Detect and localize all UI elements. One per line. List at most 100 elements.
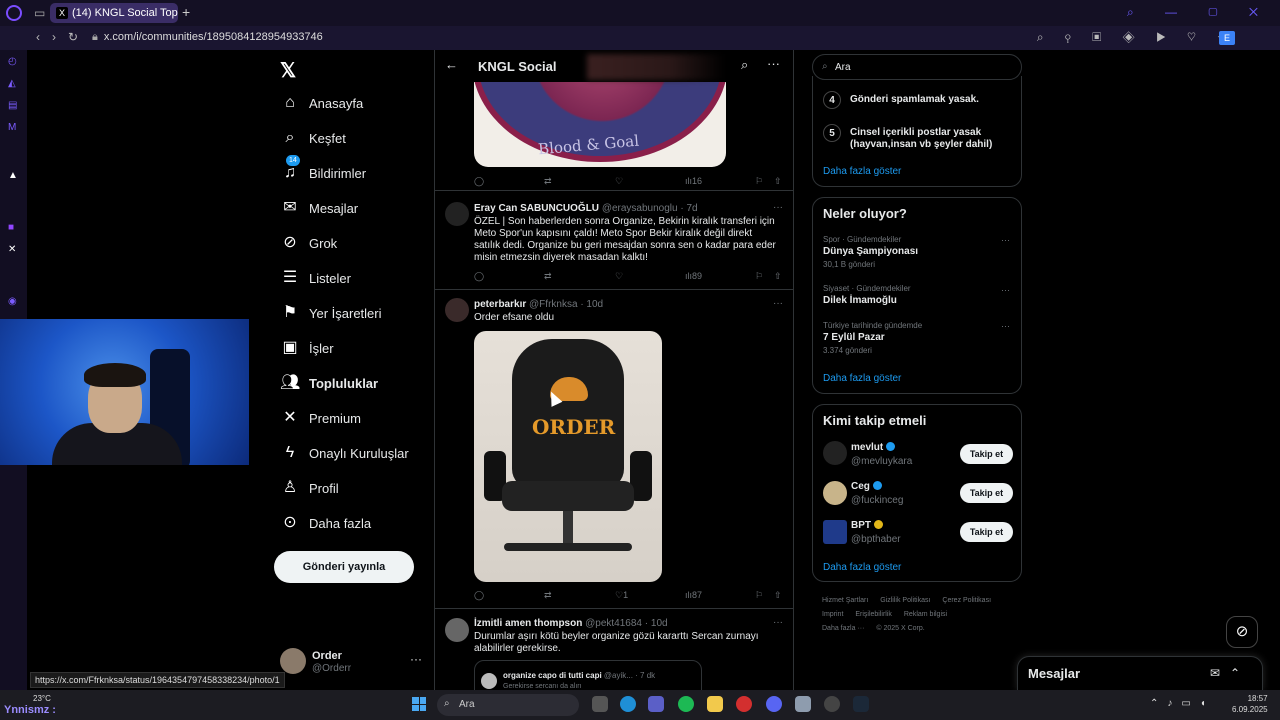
twitch-icon[interactable]: ■ bbox=[8, 222, 19, 233]
more-icon[interactable]: ··· bbox=[773, 202, 783, 213]
opera-logo-icon[interactable] bbox=[6, 5, 22, 21]
task-view-icon[interactable] bbox=[592, 696, 608, 712]
footer-link[interactable]: Reklam bilgisi bbox=[904, 611, 947, 618]
lock-icon: 🔒︎ bbox=[92, 31, 98, 43]
back-arrow-icon[interactable]: ← bbox=[445, 57, 458, 72]
tweet-time[interactable]: · 10d bbox=[645, 618, 668, 629]
share-icon[interactable]: ⇧ bbox=[774, 271, 782, 282]
repost-icon[interactable]: ⇄ bbox=[544, 271, 552, 282]
window-controls[interactable]: ⌕ — ▢ ✕ bbox=[1127, 5, 1272, 20]
quoted-tweet[interactable]: organize capo di tutti capi @ayik... · 7… bbox=[474, 660, 702, 690]
like-icon[interactable]: ♡ bbox=[615, 271, 623, 282]
views-count[interactable]: ılı 87 bbox=[685, 590, 702, 600]
footer-link[interactable]: Gizlilik Politikası bbox=[880, 597, 930, 604]
status-bar-url: https://x.com/Ffrknksa/status/1964354797… bbox=[30, 672, 285, 688]
nav-messages[interactable]: ✉ Mesajlar bbox=[280, 193, 358, 223]
nav-more[interactable]: ⊙ Daha fazla bbox=[280, 508, 371, 538]
teams-icon[interactable] bbox=[648, 696, 664, 712]
nav-profile[interactable]: ♙ Profil bbox=[280, 473, 339, 503]
nav-jobs[interactable]: ▣ İşler bbox=[280, 333, 333, 363]
taskbar-search[interactable]: ⌕ Ara bbox=[437, 694, 579, 716]
new-tab-button[interactable]: + bbox=[182, 4, 190, 20]
show-more-link[interactable]: Daha fazla göster bbox=[823, 166, 901, 177]
windows-start-icon[interactable] bbox=[412, 697, 426, 711]
account-switcher[interactable]: Order @Orderr ··· bbox=[280, 648, 430, 678]
more-icon[interactable]: ··· bbox=[773, 617, 783, 628]
post-image[interactable]: ORDER bbox=[474, 331, 662, 582]
browser-tab[interactable]: X (14) KNGL Social Topluluk bbox=[50, 3, 178, 23]
discord-icon[interactable] bbox=[766, 696, 782, 712]
more-icon[interactable]: ··· bbox=[773, 298, 783, 309]
follow-button[interactable]: Takip et bbox=[960, 483, 1013, 503]
bookmark-icon[interactable]: ⚐ bbox=[755, 271, 763, 282]
toolbar-icons[interactable]: ⌕ ⚲ ▣ ◈ ▶ ♡ ✦ bbox=[1037, 30, 1236, 45]
more-icon[interactable]: ··· bbox=[1001, 235, 1010, 245]
x-logo-icon[interactable]: 𝕏 bbox=[280, 58, 296, 83]
post-button[interactable]: Gönderi yayınla bbox=[274, 551, 414, 583]
file-explorer-icon[interactable] bbox=[707, 696, 723, 712]
author-name[interactable]: İzmitli amen thompson bbox=[474, 618, 582, 629]
spotify-icon[interactable] bbox=[678, 696, 694, 712]
grok-floating-button[interactable]: ⊘ bbox=[1226, 616, 1258, 648]
history-icon[interactable]: ◴ bbox=[8, 56, 19, 67]
footer-link[interactable]: Çerez Politikası bbox=[942, 597, 991, 604]
player-icon[interactable]: ◉ bbox=[8, 296, 19, 307]
opera-gx-icon[interactable] bbox=[824, 696, 840, 712]
app-icon[interactable] bbox=[795, 696, 811, 712]
footer-link[interactable]: Daha fazla ··· bbox=[822, 625, 864, 632]
nav-bookmarks[interactable]: ⚑ Yer İşaretleri bbox=[280, 298, 382, 328]
ai-icon[interactable]: ◭ bbox=[8, 78, 19, 89]
nav-premium[interactable]: ✕ Premium bbox=[280, 403, 361, 433]
nav-home[interactable]: ⌂ Anasayfa bbox=[280, 88, 363, 118]
like-count[interactable]: ♡ 1 bbox=[615, 590, 628, 601]
bookmark-icon[interactable]: ⚐ bbox=[755, 590, 763, 601]
edge-icon[interactable] bbox=[620, 696, 636, 712]
compose-message-icon[interactable]: ✉︎⌃ bbox=[1210, 666, 1250, 680]
tweet-time[interactable]: · 10d bbox=[580, 299, 603, 310]
footer-link[interactable]: Erişilebilirlik bbox=[855, 611, 892, 618]
extension-button[interactable]: E bbox=[1219, 31, 1235, 45]
x-sidebar-icon[interactable]: ✕ bbox=[8, 244, 19, 255]
weather-widget[interactable]: 23°C bbox=[33, 694, 51, 703]
author-handle[interactable]: @pekt41684 bbox=[585, 618, 642, 629]
messages-drawer[interactable]: Mesajlar ✉︎⌃ bbox=[1017, 656, 1263, 690]
nav-grok[interactable]: ⊘ Grok bbox=[280, 228, 337, 258]
search-icon[interactable]: ⌕ bbox=[741, 57, 748, 73]
follow-button[interactable]: Takip et bbox=[960, 522, 1013, 542]
reply-icon[interactable]: ◯ bbox=[474, 271, 484, 282]
steam-icon[interactable] bbox=[853, 696, 869, 712]
clock[interactable]: 18:57 6.09.2025 bbox=[1232, 693, 1268, 715]
messenger-icon[interactable]: ▤ bbox=[8, 100, 19, 111]
system-tray[interactable]: ⌃♪▭◖ bbox=[1150, 698, 1215, 709]
footer-link[interactable]: Imprint bbox=[822, 611, 843, 618]
share-icon[interactable]: ⇧ bbox=[774, 590, 782, 601]
more-icon[interactable]: ··· bbox=[1001, 285, 1010, 295]
reply-icon[interactable]: ◯ bbox=[474, 590, 484, 601]
follow-button[interactable]: Takip et bbox=[960, 444, 1013, 464]
nav-explore[interactable]: ⌕ Keşfet bbox=[280, 123, 346, 153]
author-handle[interactable]: @Ffrknksa bbox=[529, 299, 578, 310]
author-handle[interactable]: @eraysabunoglu bbox=[602, 203, 678, 214]
tweet[interactable]: Eray Can SABUNCUOĞLU @eraysabunoglu · 7d… bbox=[435, 191, 793, 290]
nav-communities[interactable]: 👥︎ Topluluklar bbox=[280, 368, 378, 398]
show-more-link[interactable]: Daha fazla göster bbox=[823, 373, 901, 384]
more-icon[interactable]: ··· bbox=[1001, 321, 1010, 331]
author-name[interactable]: Eray Can SABUNCUOĞLU bbox=[474, 203, 599, 214]
author-name[interactable]: peterbarkır bbox=[474, 299, 526, 310]
aria-icon[interactable]: ▲ bbox=[8, 170, 19, 181]
community-header: ← KNGL Social ⌕ ··· bbox=[435, 50, 793, 82]
nav-verified-orgs[interactable]: ϟ Onaylı Kuruluşlar bbox=[280, 438, 409, 468]
views-count[interactable]: ılı 89 bbox=[685, 271, 702, 281]
nav-lists[interactable]: ☰ Listeler bbox=[280, 263, 351, 293]
footer-link[interactable]: Hizmet Şartları bbox=[822, 597, 868, 604]
workspaces-icon[interactable]: ▭ bbox=[34, 6, 45, 20]
m-icon[interactable]: M bbox=[8, 122, 19, 133]
show-more-link[interactable]: Daha fazla göster bbox=[823, 562, 901, 573]
more-icon[interactable]: ··· bbox=[767, 56, 780, 71]
navigation-buttons[interactable]: ‹›↻ bbox=[36, 30, 90, 44]
url-field[interactable]: 🔒︎ x.com/i/communities/189508412895493374… bbox=[92, 31, 323, 44]
nav-notifications[interactable]: ♫ 14 Bildirimler bbox=[280, 155, 366, 188]
tweet-time[interactable]: · 7d bbox=[680, 203, 697, 214]
opera-icon[interactable] bbox=[736, 696, 752, 712]
repost-icon[interactable]: ⇄ bbox=[544, 590, 552, 601]
